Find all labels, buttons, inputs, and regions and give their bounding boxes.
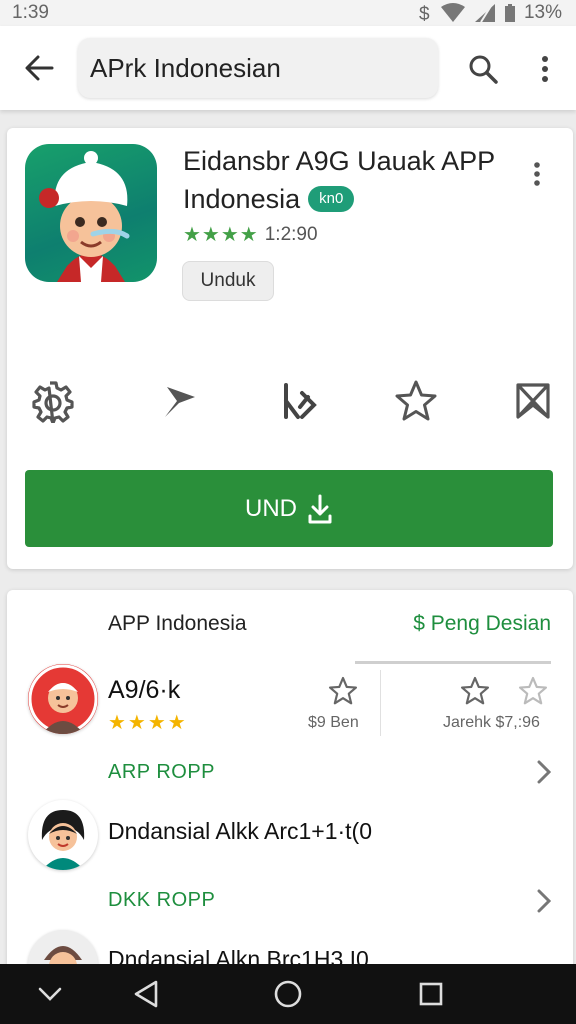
- download-icon: [308, 494, 332, 523]
- forward-button[interactable]: [275, 378, 321, 424]
- chevron-right-button[interactable]: [532, 757, 556, 787]
- star-outline-icon: [395, 380, 437, 421]
- status-icons: $ 13%: [418, 2, 562, 24]
- app-title-line1: Eidansbr A9G Uauak APP: [183, 146, 496, 176]
- back-triangle-icon: [134, 980, 158, 1008]
- list-header-title: APP Indonesia: [108, 612, 247, 635]
- star-outline-icon: [518, 676, 548, 705]
- status-bar: 1:39 $ 13%: [0, 0, 576, 26]
- unduk-chip-button[interactable]: Unduk: [182, 261, 274, 301]
- chef-character-icon: [39, 151, 130, 282]
- nav-home-button[interactable]: [270, 976, 306, 1012]
- app-action-icons: [7, 378, 573, 424]
- install-button-label: UND: [245, 494, 297, 522]
- rate-star-button[interactable]: [328, 676, 358, 706]
- chevron-right-button[interactable]: [532, 886, 556, 916]
- chevron-down-icon: [38, 987, 62, 1001]
- battery-percent: 13%: [523, 2, 562, 23]
- nav-hide-keyboard-button[interactable]: [32, 976, 68, 1012]
- list-item-avatar[interactable]: [28, 800, 98, 870]
- settings-button[interactable]: [30, 378, 76, 424]
- list-item-avatar[interactable]: [28, 664, 98, 734]
- list-item-title[interactable]: A9/6·k: [108, 676, 180, 705]
- top-app-bar: APrk Indonesian: [0, 26, 576, 110]
- arrow-back-icon: [25, 55, 54, 81]
- more-vert-icon: [534, 162, 540, 186]
- home-circle-icon: [274, 980, 302, 1008]
- rate-star-button-2[interactable]: [460, 676, 490, 706]
- person-avatar-icon: [28, 664, 98, 734]
- app-rating-stars: ★★★★: [183, 224, 259, 246]
- app-card-menu-button[interactable]: [527, 156, 547, 192]
- header-divider: [355, 661, 551, 664]
- app-title-line2-row: Indonesia kn0: [183, 180, 513, 218]
- svg-text:$: $: [419, 4, 430, 23]
- nav-back-button[interactable]: [128, 976, 164, 1012]
- app-title: Eidansbr A9G Uauak APP Indonesia kn0: [183, 142, 513, 218]
- list-item-price-secondary: Jarehk $7,:96: [443, 714, 540, 731]
- bookmark-button[interactable]: [510, 378, 556, 424]
- list-item-stars: ★★★★: [108, 712, 188, 734]
- search-icon: [469, 55, 498, 84]
- section-label-dkk[interactable]: DKK ROPP: [108, 889, 215, 912]
- app-icon[interactable]: [25, 144, 157, 282]
- app-title-line2: Indonesia: [183, 184, 301, 214]
- app-badge: kn0: [308, 186, 355, 212]
- system-nav-bar: [0, 964, 576, 1024]
- share-button[interactable]: [156, 378, 202, 424]
- app-rating-row: ★★★★ 1:2:90: [183, 222, 318, 247]
- search-button[interactable]: [462, 48, 504, 90]
- overflow-menu-button[interactable]: [528, 48, 562, 90]
- list-item-price: $9 Ben: [308, 714, 359, 731]
- person-avatar-icon: [29, 801, 97, 870]
- battery-icon: [504, 4, 515, 22]
- dollar-icon: $: [419, 4, 430, 23]
- star-outline-icon: [460, 676, 490, 705]
- related-apps-card: APP Indonesia $ Peng Desian A9/6·k ★★★★ …: [7, 590, 573, 970]
- wifi-icon: [440, 3, 465, 22]
- bookmark-icon: [516, 383, 550, 419]
- list-header-link[interactable]: $ Peng Desian: [413, 612, 551, 636]
- nav-recents-button[interactable]: [413, 976, 449, 1012]
- app-detail-card: Eidansbr A9G Uauak APP Indonesia kn0 ★★★…: [7, 128, 573, 569]
- install-button[interactable]: UND: [25, 470, 553, 547]
- list-item-title[interactable]: Dndansial Alkk Arc1+1·t(0: [108, 818, 372, 845]
- search-input[interactable]: APrk Indonesian: [78, 38, 438, 98]
- app-rating-value: 1:2:90: [264, 223, 318, 245]
- section-label-arp[interactable]: ARP ROPP: [108, 761, 215, 784]
- share-icon: [165, 387, 195, 417]
- chevron-right-icon: [537, 889, 551, 913]
- settings-icon: [32, 381, 74, 423]
- rate-star-button-3[interactable]: [518, 676, 548, 706]
- forward-icon: [284, 383, 317, 419]
- back-button[interactable]: [18, 48, 60, 88]
- rate-button[interactable]: [393, 378, 439, 424]
- recents-square-icon: [419, 982, 443, 1006]
- status-time: 1:39: [12, 2, 49, 23]
- signal-icon: [474, 4, 495, 23]
- column-divider: [380, 670, 381, 736]
- star-outline-icon: [328, 676, 358, 705]
- chevron-right-icon: [537, 760, 551, 784]
- more-vert-icon: [542, 56, 548, 82]
